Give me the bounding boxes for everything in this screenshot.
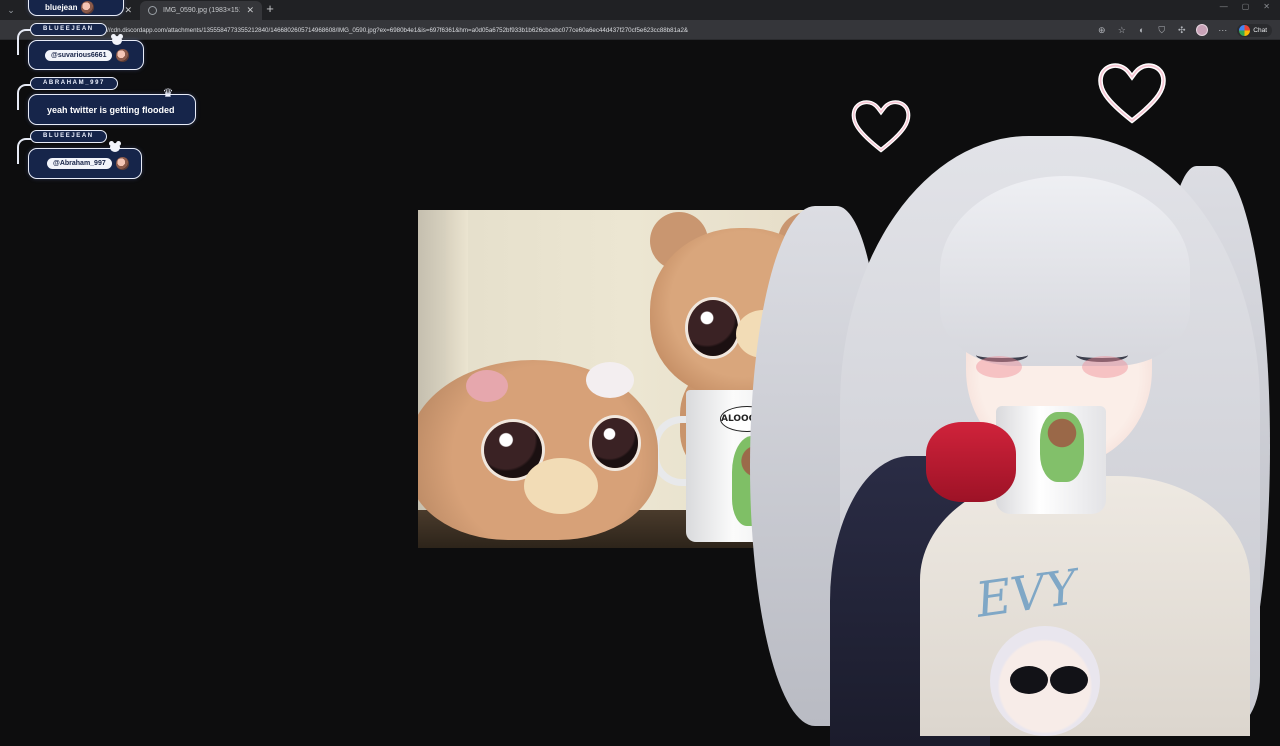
bear-icon <box>110 34 124 46</box>
chat-username-top: bluejean <box>45 2 78 12</box>
vtuber-avatar: EVY <box>730 56 1280 746</box>
gemini-icon <box>1239 24 1251 36</box>
menu-icon[interactable]: ⋯ <box>1217 25 1228 36</box>
shield-icon[interactable]: ⛉ <box>1156 25 1167 36</box>
emote-icon <box>115 157 129 170</box>
heart-icon <box>851 100 911 153</box>
chat-message: @Abraham_997 <box>28 148 142 179</box>
mug-print <box>1040 412 1084 482</box>
plush-bow <box>586 362 634 398</box>
chat-message: @suvarious6661 <box>28 40 144 70</box>
extensions-icon[interactable]: ◐ <box>1136 25 1147 36</box>
emote-icon <box>116 48 130 62</box>
mention-chip: @suvarious6661 <box>45 49 113 61</box>
chat-message-top: bluejean <box>28 0 124 16</box>
chat-username: BLUEEJEAN <box>30 23 107 36</box>
stream-chat-overlay: bluejean @suvarious6661 BLUEEJEAN yeah t… <box>0 0 210 190</box>
minimize-icon[interactable]: — <box>1220 2 1228 11</box>
hair-bangs <box>940 176 1190 366</box>
profile-icon[interactable] <box>1196 24 1209 36</box>
plus-icon[interactable]: + <box>263 2 277 16</box>
maximize-icon[interactable]: ▢ <box>1242 2 1250 11</box>
bear-icon <box>108 141 122 153</box>
puzzle-icon[interactable]: ✣ <box>1176 25 1187 36</box>
zoom-icon[interactable]: ⊕ <box>1096 25 1107 36</box>
emote-icon <box>81 0 95 14</box>
crown-icon: ♛ <box>162 86 174 100</box>
heart-icon <box>1098 63 1166 124</box>
chat-username: ABRAHAM_997 <box>30 77 118 90</box>
close-window-icon[interactable]: ✕ <box>1263 2 1270 11</box>
mention-chip: @Abraham_997 <box>47 158 112 169</box>
close-icon[interactable]: ✕ <box>246 5 254 16</box>
avatar-hand <box>926 422 1016 502</box>
chat-message-text: yeah twitter is getting flooded <box>47 104 175 115</box>
window-controls: — ▢ ✕ <box>1220 2 1270 11</box>
chat-button-label: Chat <box>1253 26 1267 34</box>
chat-username: BLUEEJEAN <box>30 130 107 143</box>
toolbar-icons: ⊕ ☆ ◐ ⛉ ✣ ⋯ Chat <box>1096 23 1272 37</box>
star-icon[interactable]: ☆ <box>1116 25 1127 36</box>
plush-eye <box>592 418 638 468</box>
chat-button[interactable]: Chat <box>1237 23 1272 37</box>
